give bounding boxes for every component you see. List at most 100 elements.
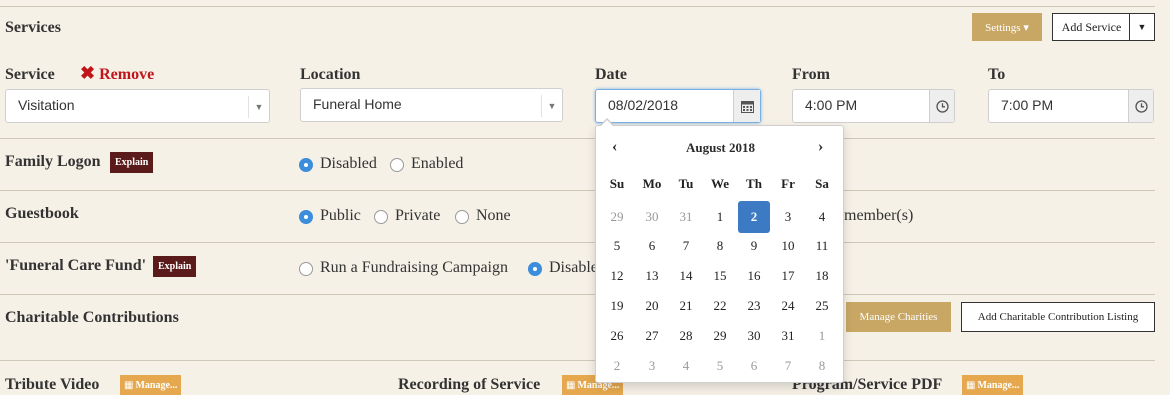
care-fund-explain-button[interactable]: Explain bbox=[153, 256, 197, 277]
add-service-button[interactable]: Add Service bbox=[1052, 13, 1130, 41]
family-logon-enabled-radio[interactable] bbox=[390, 158, 404, 172]
from-time-input[interactable]: 4:00 PM bbox=[792, 89, 955, 123]
datepicker-day[interactable]: 7 bbox=[670, 230, 702, 262]
datepicker-day[interactable]: 20 bbox=[636, 290, 668, 322]
datepicker-day[interactable]: 6 bbox=[738, 350, 770, 382]
to-time-input[interactable]: 7:00 PM bbox=[988, 89, 1154, 123]
add-service-dropdown-toggle[interactable]: ▼ bbox=[1129, 13, 1155, 41]
datepicker-day[interactable]: 6 bbox=[636, 230, 668, 262]
datepicker-day[interactable]: 26 bbox=[601, 320, 633, 352]
datepicker-day[interactable]: 3 bbox=[636, 350, 668, 382]
guestbook-label: Guestbook bbox=[5, 205, 79, 222]
from-label: From bbox=[792, 66, 830, 83]
date-input[interactable]: 08/02/2018 bbox=[595, 89, 761, 123]
datepicker-day[interactable]: 12 bbox=[601, 260, 633, 292]
guestbook-private-label: Private bbox=[395, 207, 441, 224]
film-icon: ▦ bbox=[124, 379, 134, 391]
guestbook-none-radio[interactable] bbox=[455, 210, 469, 224]
tribute-video-label: Tribute Video bbox=[5, 376, 100, 393]
datepicker-day[interactable]: 27 bbox=[636, 320, 668, 352]
datepicker-day[interactable]: 8 bbox=[806, 350, 838, 382]
datepicker-day[interactable]: 24 bbox=[772, 290, 804, 322]
film-icon: ▦ bbox=[566, 379, 576, 391]
datepicker-caret-inner bbox=[601, 120, 613, 126]
to-label: To bbox=[988, 66, 1006, 83]
weekday-header: We bbox=[710, 176, 730, 191]
datepicker-day[interactable]: 25 bbox=[806, 290, 838, 322]
datepicker-day[interactable]: 16 bbox=[738, 260, 770, 292]
guestbook-members-text: member(s) bbox=[844, 207, 914, 224]
guestbook-none-label: None bbox=[476, 207, 511, 224]
guestbook-public-label: Public bbox=[320, 207, 361, 224]
program-pdf-manage-button[interactable]: ▦ Manage... bbox=[962, 375, 1024, 395]
weekday-header: Su bbox=[609, 176, 625, 191]
add-charitable-listing-button[interactable]: Add Charitable Contribution Listing bbox=[961, 302, 1155, 332]
datepicker-day[interactable]: 29 bbox=[601, 201, 633, 233]
care-fund-campaign-radio[interactable] bbox=[299, 262, 313, 276]
page-title: Services bbox=[5, 19, 61, 36]
weekday-header: Tu bbox=[678, 176, 694, 191]
clock-icon[interactable] bbox=[1128, 90, 1153, 122]
manage-charities-button[interactable]: Manage Charities bbox=[846, 302, 951, 332]
datepicker-day[interactable]: 30 bbox=[738, 320, 770, 352]
film-icon: ▦ bbox=[966, 379, 976, 391]
caret-down-icon: ▼ bbox=[1137, 22, 1147, 32]
datepicker-day[interactable]: 10 bbox=[772, 230, 804, 262]
weekday-header: Th bbox=[746, 176, 762, 191]
datepicker-day[interactable]: 19 bbox=[601, 290, 633, 322]
care-fund-disabled-radio[interactable] bbox=[528, 262, 542, 276]
datepicker-day[interactable]: 4 bbox=[806, 201, 838, 233]
recording-label: Recording of Service bbox=[398, 376, 541, 393]
weekday-header: Sa bbox=[815, 176, 829, 191]
datepicker-day[interactable]: 23 bbox=[738, 290, 770, 322]
datepicker-month-label[interactable]: August 2018 bbox=[596, 140, 845, 156]
weekday-header: Mo bbox=[642, 176, 662, 191]
date-label: Date bbox=[595, 66, 627, 83]
datepicker-day[interactable]: 21 bbox=[670, 290, 702, 322]
select-arrow-icon: ▼ bbox=[248, 96, 269, 118]
datepicker-day[interactable]: 13 bbox=[636, 260, 668, 292]
tribute-video-manage-button[interactable]: ▦ Manage... bbox=[120, 375, 182, 395]
location-select[interactable]: Funeral Home ▼ bbox=[300, 88, 563, 122]
datepicker-day[interactable]: 11 bbox=[806, 230, 838, 262]
care-fund-disabled-label: Disable bbox=[549, 259, 598, 276]
datepicker-day[interactable]: 8 bbox=[704, 230, 736, 262]
guestbook-private-radio[interactable] bbox=[374, 210, 388, 224]
datepicker-day[interactable]: 28 bbox=[670, 320, 702, 352]
datepicker-day[interactable]: 5 bbox=[704, 350, 736, 382]
datepicker-day[interactable]: 1 bbox=[704, 201, 736, 233]
guestbook-public-radio[interactable] bbox=[299, 210, 313, 224]
service-label: Service bbox=[5, 66, 55, 83]
weekday-header: Fr bbox=[781, 176, 795, 191]
care-fund-label: 'Funeral Care Fund' bbox=[5, 257, 147, 274]
calendar-icon[interactable] bbox=[733, 90, 760, 122]
clock-icon[interactable] bbox=[929, 90, 954, 122]
datepicker-day[interactable]: 31 bbox=[772, 320, 804, 352]
remove-x-icon: ✖ bbox=[80, 63, 96, 83]
datepicker-day-selected[interactable]: 2 bbox=[738, 201, 770, 233]
datepicker-day[interactable]: 3 bbox=[772, 201, 804, 233]
settings-button[interactable]: Settings ▾ bbox=[972, 13, 1042, 41]
datepicker-day[interactable]: 15 bbox=[704, 260, 736, 292]
datepicker-day[interactable]: 30 bbox=[636, 201, 668, 233]
care-fund-campaign-label: Run a Fundraising Campaign bbox=[320, 259, 508, 276]
family-logon-enabled-label: Enabled bbox=[411, 155, 464, 172]
family-logon-disabled-label: Disabled bbox=[320, 155, 377, 172]
datepicker-day[interactable]: 31 bbox=[670, 201, 702, 233]
datepicker-day[interactable]: 17 bbox=[772, 260, 804, 292]
datepicker-day[interactable]: 22 bbox=[704, 290, 736, 322]
datepicker-day[interactable]: 29 bbox=[704, 320, 736, 352]
datepicker-day[interactable]: 9 bbox=[738, 230, 770, 262]
datepicker-day[interactable]: 4 bbox=[670, 350, 702, 382]
datepicker-next-button[interactable]: › bbox=[818, 138, 823, 156]
service-select[interactable]: Visitation ▼ bbox=[5, 89, 270, 123]
remove-service-link[interactable]: ✖ Remove bbox=[80, 63, 154, 84]
datepicker-day[interactable]: 7 bbox=[772, 350, 804, 382]
datepicker-day[interactable]: 5 bbox=[601, 230, 633, 262]
family-logon-explain-button[interactable]: Explain bbox=[110, 152, 154, 173]
datepicker-day[interactable]: 18 bbox=[806, 260, 838, 292]
datepicker-day[interactable]: 14 bbox=[670, 260, 702, 292]
family-logon-disabled-radio[interactable] bbox=[299, 158, 313, 172]
datepicker-day[interactable]: 1 bbox=[806, 320, 838, 352]
datepicker-day[interactable]: 2 bbox=[601, 350, 633, 382]
